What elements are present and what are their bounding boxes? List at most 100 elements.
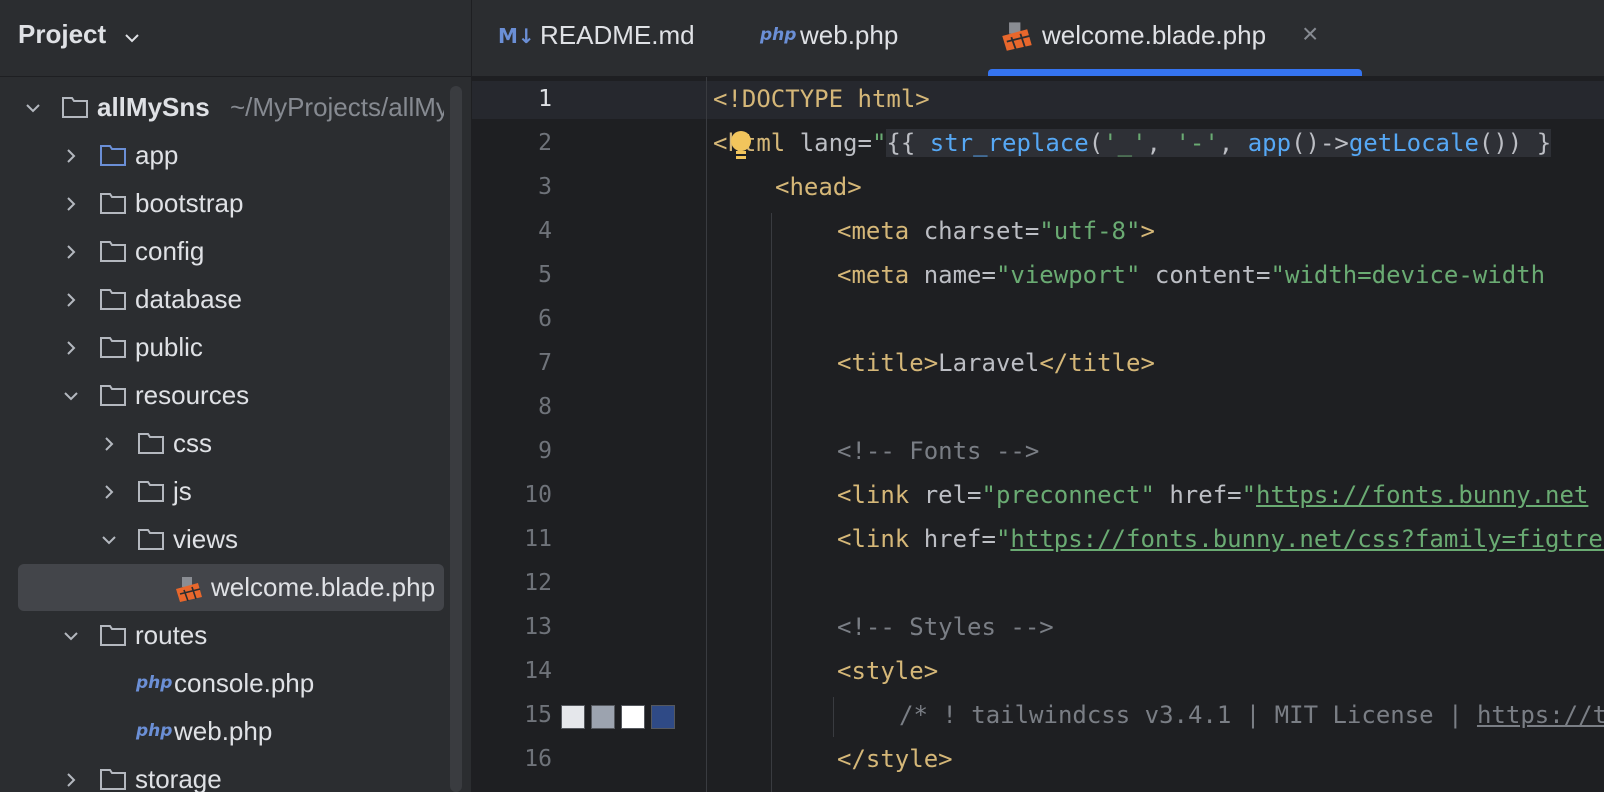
line-number: 2: [538, 130, 552, 156]
token: ()->: [1291, 129, 1349, 157]
color-swatch[interactable]: [621, 705, 645, 729]
chevron-down-icon[interactable]: [61, 626, 81, 646]
tab-web-php[interactable]: php web.php: [750, 0, 950, 76]
blade-file-icon: [1002, 22, 1032, 51]
tree-item-console-php[interactable]: php console.php: [0, 660, 444, 708]
tree-item-app[interactable]: app: [0, 132, 444, 180]
token: <: [713, 129, 728, 157]
chevron-right-icon[interactable]: [61, 290, 81, 310]
code-line-3: <head>: [775, 173, 862, 201]
tree-item-resources[interactable]: resources: [0, 372, 444, 420]
code-line-5: <meta name="viewport" content="width=dev…: [837, 261, 1545, 289]
line-number: 1: [538, 86, 552, 112]
code-line-14: <style>: [837, 657, 938, 685]
code-line-4: <meta charset="utf-8">: [837, 217, 1155, 245]
link[interactable]: https://fonts.bunny.net/css?family=figtr…: [1010, 525, 1604, 553]
tree-item-label: web.php: [174, 716, 273, 746]
tree-item-label: app: [135, 140, 179, 170]
tree-item-label: allMySns: [97, 92, 210, 122]
tree-item-label: database: [135, 284, 242, 314]
tree-item-label: storage: [135, 764, 222, 792]
sidebar-title[interactable]: Project: [18, 19, 106, 50]
line-number: 3: [538, 174, 552, 200]
close-icon[interactable]: ×: [1302, 18, 1318, 50]
tree-item-public[interactable]: public: [0, 324, 444, 372]
token: "preconnect": [981, 481, 1155, 509]
token: '_': [1103, 129, 1147, 157]
chevron-right-icon[interactable]: [61, 194, 81, 214]
chevron-down-icon[interactable]: [61, 386, 81, 406]
chevron-down-icon[interactable]: [23, 98, 43, 118]
code-line-9: <!-- Fonts -->: [837, 437, 1039, 465]
tree-item-web-php[interactable]: php web.php: [0, 708, 444, 756]
line-number: 8: [538, 394, 552, 420]
sidebar-scrollbar[interactable]: [450, 86, 462, 792]
tree-item-routes[interactable]: routes: [0, 612, 444, 660]
token: rel=: [909, 481, 982, 509]
token: app: [1247, 129, 1292, 157]
chevron-down-icon[interactable]: [99, 530, 119, 550]
blade-injection: {{ str_replace('_', '-', app()->getLocal…: [886, 129, 1552, 157]
line-number: 5: [538, 262, 552, 288]
code-line-15: /* ! tailwindcss v3.4.1 | MIT License | …: [899, 701, 1604, 729]
token: name=: [909, 261, 996, 289]
code-line-11: <link href="https://fonts.bunny.net/css?…: [837, 525, 1604, 553]
tree-item-views[interactable]: views: [0, 516, 444, 564]
tree-item-config[interactable]: config: [0, 228, 444, 276]
project-sidebar: Project allMySns ~/MyProjects/allMySns a…: [0, 0, 472, 792]
tab-welcome-blade[interactable]: welcome.blade.php ×: [988, 0, 1362, 76]
sidebar-header: Project: [0, 0, 471, 77]
chevron-right-icon[interactable]: [61, 242, 81, 262]
link[interactable]: https://tailwindcss.com: [1477, 701, 1604, 729]
chevron-right-icon[interactable]: [61, 338, 81, 358]
token: href=: [909, 525, 996, 553]
token: <meta: [837, 261, 910, 289]
token: /* ! tailwindcss v3.4.1 | MIT License |: [899, 701, 1477, 729]
token: href=: [1154, 481, 1242, 509]
color-swatch[interactable]: [651, 705, 675, 729]
project-tree: allMySns ~/MyProjects/allMySns app boots…: [0, 80, 444, 792]
line-number: 6: [538, 306, 552, 332]
tree-item-storage[interactable]: storage: [0, 756, 444, 792]
line-number: 10: [524, 482, 552, 508]
link[interactable]: https://fonts.bunny.net: [1256, 481, 1588, 509]
chevron-down-icon[interactable]: [122, 28, 142, 48]
tree-item-label: views: [173, 524, 239, 554]
token: Laravel: [938, 349, 1040, 377]
code-editor[interactable]: 1 2 3 4 5 6 7 8 9 10 11 12 13 14 15 16 <…: [472, 77, 1604, 792]
token: str_replace: [929, 129, 1089, 157]
chevron-right-icon[interactable]: [61, 146, 81, 166]
color-swatch[interactable]: [591, 705, 615, 729]
code-line-10: <link rel="preconnect" href="https://fon…: [837, 481, 1588, 509]
tree-item-js[interactable]: js: [0, 468, 444, 516]
code-line-13: <!-- Styles -->: [837, 613, 1054, 641]
token: <style>: [837, 657, 939, 685]
token: </title>: [1039, 349, 1155, 377]
tree-item-css[interactable]: css: [0, 420, 444, 468]
chevron-right-icon[interactable]: [61, 770, 81, 790]
tab-label: web.php: [800, 20, 899, 50]
tab-readme[interactable]: M↓ README.md: [472, 0, 732, 76]
gutter-separator: [706, 77, 707, 792]
token: {{: [886, 129, 930, 157]
tree-item-bootstrap[interactable]: bootstrap: [0, 180, 444, 228]
tree-item-label: public: [135, 332, 203, 362]
chevron-right-icon[interactable]: [99, 482, 119, 502]
tree-item-welcome-blade[interactable]: welcome.blade.php: [0, 564, 444, 612]
tree-item-path: ~/MyProjects/allMySns: [230, 92, 444, 122]
color-swatch[interactable]: [561, 705, 585, 729]
tree-item-label: css: [173, 428, 212, 458]
folder-icon: [100, 241, 126, 262]
token: ,: [1146, 129, 1176, 157]
token: >: [1140, 217, 1155, 245]
code-line-16: </style>: [837, 745, 953, 773]
tree-item-root[interactable]: allMySns ~/MyProjects/allMySns: [0, 84, 444, 132]
line-gutter: 1 2 3 4 5 6 7 8 9 10 11 12 13 14 15 16: [472, 77, 706, 792]
token: "width=device-width: [1270, 261, 1546, 289]
lightbulb-icon[interactable]: [730, 130, 752, 162]
folder-icon: [138, 481, 164, 502]
chevron-right-icon[interactable]: [99, 434, 119, 454]
tree-item-database[interactable]: database: [0, 276, 444, 324]
token: <title>: [837, 349, 939, 377]
php-file-icon: php: [136, 673, 173, 693]
